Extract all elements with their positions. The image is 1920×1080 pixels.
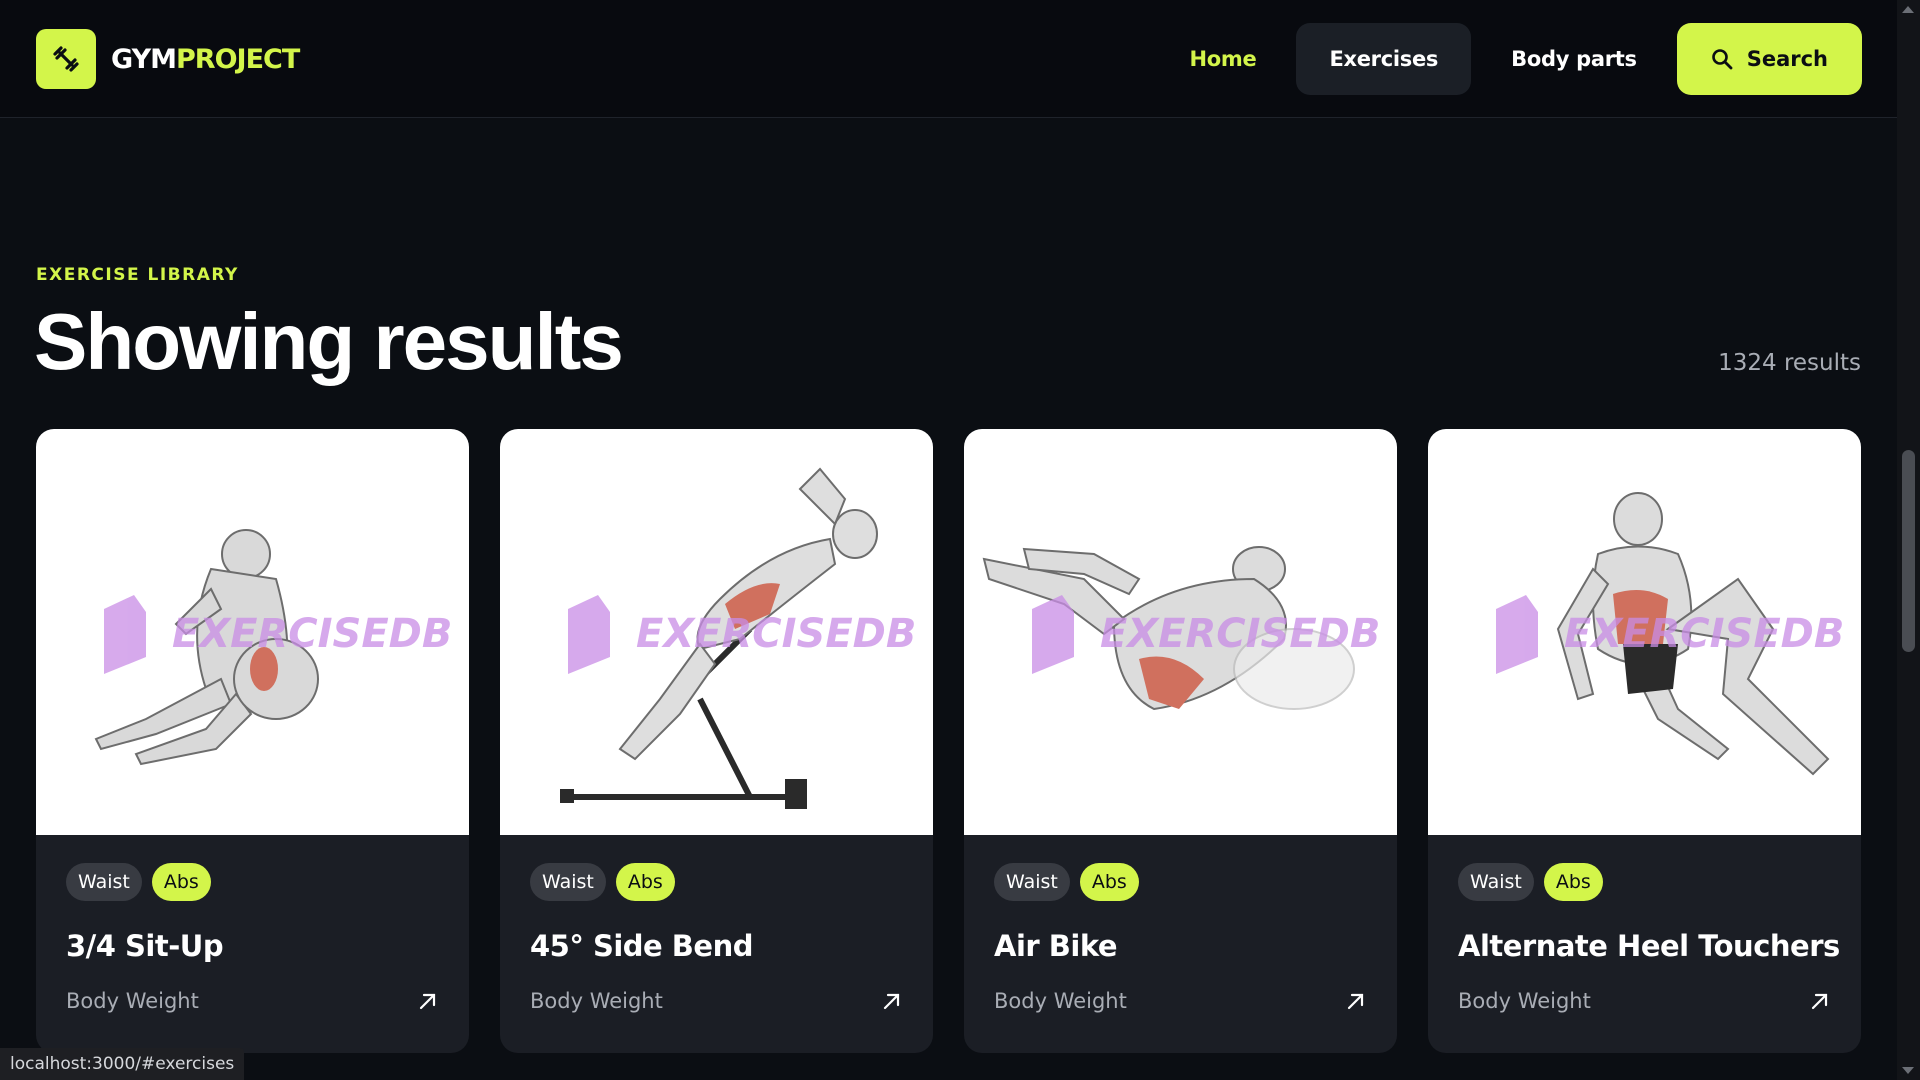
tag-list: Waist Abs	[994, 863, 1367, 901]
exercise-card[interactable]: EXERCISEDB Waist Abs 45° Side Bend Body …	[500, 429, 933, 1053]
page: GYMPROJECT Home Exercises Body parts Sea…	[0, 0, 1920, 1080]
exercise-title: Alternate Heel Touchers	[1458, 929, 1840, 963]
card-body: Waist Abs Alternate Heel Touchers Body W…	[1458, 863, 1840, 1013]
equipment-label: Body Weight	[994, 989, 1127, 1013]
search-button[interactable]: Search	[1676, 23, 1862, 95]
exercise-card[interactable]: EXERCISEDB Waist Abs Alternate Heel Touc…	[1428, 429, 1861, 1053]
watermark: EXERCISEDB	[636, 611, 916, 657]
card-footer: Body Weight	[1458, 989, 1831, 1013]
equipment-label: Body Weight	[530, 989, 663, 1013]
arrow-up-right-icon	[883, 993, 900, 1010]
exercise-title: Air Bike	[994, 929, 1118, 963]
exercise-image: EXERCISEDB	[1428, 429, 1861, 835]
equipment-label: Body Weight	[66, 989, 199, 1013]
tag-body-part: Waist	[1458, 863, 1534, 901]
tag-target: Abs	[1543, 863, 1603, 901]
exercise-image: EXERCISEDB	[36, 429, 469, 835]
brand-name-gym: GYM	[111, 43, 177, 75]
link-status-bar: localhost:3000/#exercises	[0, 1048, 245, 1080]
results-count: 1324 results	[1718, 350, 1861, 376]
brand-logo[interactable]: GYMPROJECT	[36, 29, 300, 89]
watermark: EXERCISEDB	[172, 611, 452, 657]
search-button-label: Search	[1746, 47, 1828, 71]
nav-home[interactable]: Home	[1157, 23, 1290, 95]
watermark: EXERCISEDB	[1100, 611, 1380, 657]
exercise-card[interactable]: EXERCISEDB Waist Abs 3/4 Sit-Up Body Wei…	[36, 429, 469, 1053]
exercise-title: 45° Side Bend	[530, 929, 753, 963]
vertical-scrollbar[interactable]	[1897, 0, 1920, 1080]
tag-list: Waist Abs	[530, 863, 903, 901]
card-body: Waist Abs 45° Side Bend Body Weight	[530, 863, 903, 1013]
arrow-up-right-icon	[1811, 993, 1828, 1010]
card-footer: Body Weight	[530, 989, 903, 1013]
exercise-grid: EXERCISEDB Waist Abs 3/4 Sit-Up Body Wei…	[36, 429, 1861, 1053]
top-nav-bar: GYMPROJECT Home Exercises Body parts Sea…	[0, 0, 1897, 118]
section-eyebrow: EXERCISE LIBRARY	[36, 265, 239, 285]
nav-body-parts[interactable]: Body parts	[1478, 23, 1670, 95]
card-footer: Body Weight	[66, 989, 439, 1013]
exercise-card[interactable]: EXERCISEDB Waist Abs Air Bike Body Weigh…	[964, 429, 1397, 1053]
exercise-title: 3/4 Sit-Up	[66, 929, 224, 963]
exercise-image: EXERCISEDB	[500, 429, 933, 835]
brand-name-project: PROJECT	[176, 43, 300, 75]
search-icon	[1711, 49, 1733, 70]
tag-list: Waist Abs	[1458, 863, 1831, 901]
tag-body-part: Waist	[994, 863, 1070, 901]
tag-list: Waist Abs	[66, 863, 439, 901]
card-body: Waist Abs 3/4 Sit-Up Body Weight	[66, 863, 439, 1013]
nav-exercises[interactable]: Exercises	[1296, 23, 1472, 95]
tag-target: Abs	[1079, 863, 1139, 901]
tag-target: Abs	[151, 863, 211, 901]
tag-body-part: Waist	[530, 863, 606, 901]
scroll-down-arrow-icon[interactable]	[1902, 1067, 1914, 1074]
scrollbar-thumb[interactable]	[1902, 450, 1915, 652]
scroll-up-arrow-icon[interactable]	[1902, 6, 1914, 13]
card-footer: Body Weight	[994, 989, 1367, 1013]
equipment-label: Body Weight	[1458, 989, 1591, 1013]
tag-body-part: Waist	[66, 863, 142, 901]
watermark: EXERCISEDB	[1564, 611, 1844, 657]
card-body: Waist Abs Air Bike Body Weight	[994, 863, 1367, 1013]
brand-name: GYMPROJECT	[111, 43, 300, 75]
exercise-image: EXERCISEDB	[964, 429, 1397, 835]
arrow-up-right-icon	[419, 993, 436, 1010]
main-nav: Home Exercises Body parts Search	[1157, 23, 1862, 95]
dumbbell-icon	[36, 29, 96, 89]
tag-target: Abs	[615, 863, 675, 901]
page-title: Showing results	[34, 297, 624, 386]
arrow-up-right-icon	[1347, 993, 1364, 1010]
